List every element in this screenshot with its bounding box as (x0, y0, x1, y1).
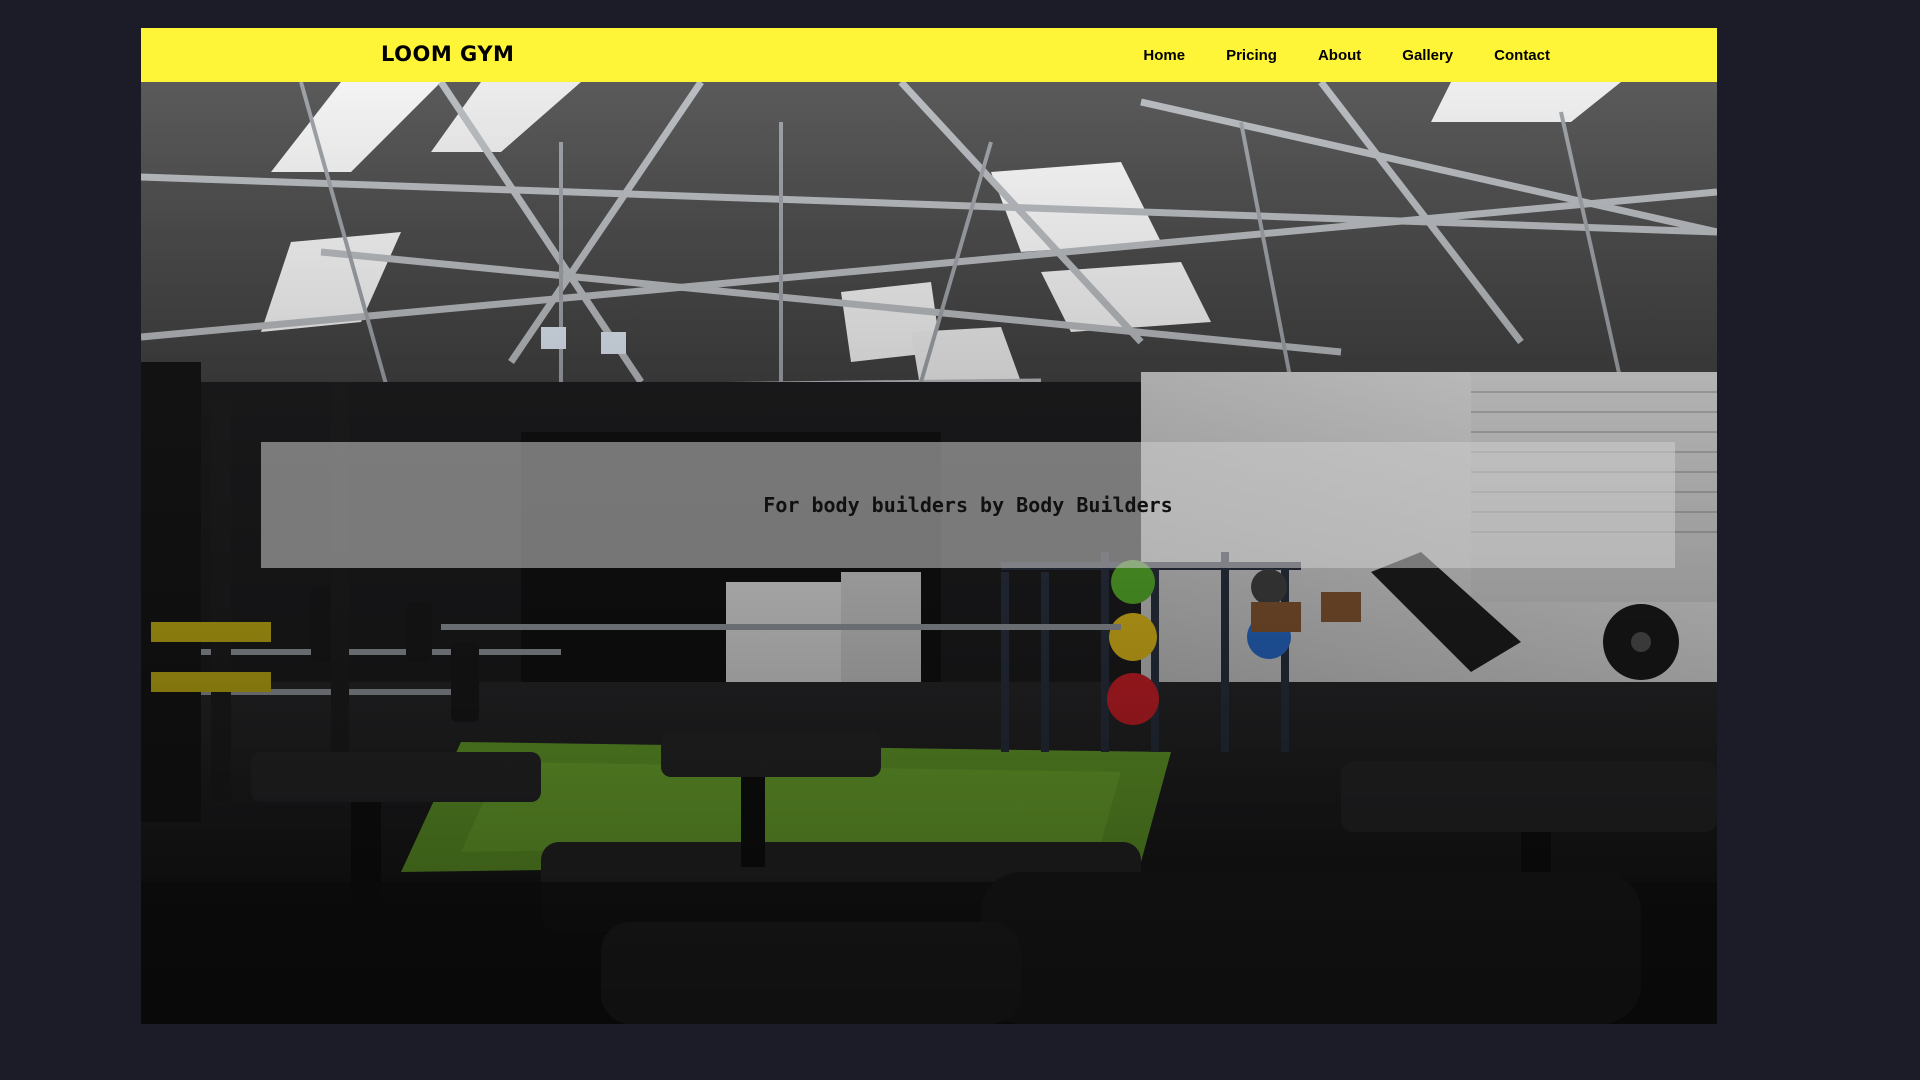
nav-link-gallery[interactable]: Gallery (1402, 47, 1453, 64)
nav-link-pricing[interactable]: Pricing (1226, 47, 1277, 64)
nav-link-contact[interactable]: Contact (1494, 47, 1550, 64)
nav-links: Home Pricing About Gallery Contact (1102, 28, 1550, 82)
navbar: LOOM GYM Home Pricing About Gallery Cont… (141, 28, 1717, 82)
nav-link-about[interactable]: About (1318, 47, 1361, 64)
nav-link-home[interactable]: Home (1143, 47, 1185, 64)
website-page: LOOM GYM Home Pricing About Gallery Cont… (141, 28, 1717, 1024)
hero-tagline: For body builders by Body Builders (763, 493, 1173, 517)
tagline-banner: For body builders by Body Builders (261, 442, 1675, 568)
brand-logo[interactable]: LOOM GYM (381, 42, 514, 66)
hero-section: For body builders by Body Builders (141, 82, 1717, 1024)
